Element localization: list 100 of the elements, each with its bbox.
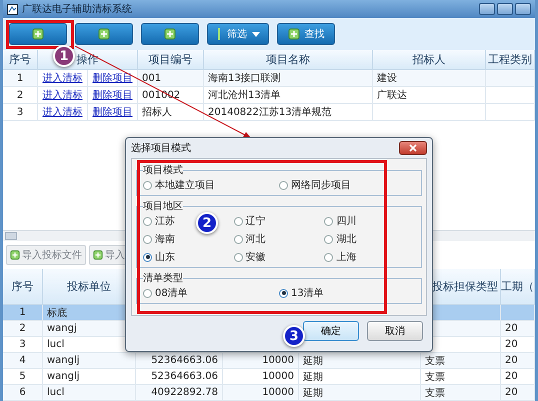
- table-cell: 20: [501, 385, 535, 401]
- caret-icon: [252, 32, 260, 36]
- table-cell: 延期: [299, 369, 421, 385]
- table-cell: 52364663.06: [136, 369, 223, 385]
- table-cell: lucl: [43, 385, 136, 401]
- table-cell: 河北沧州13清单: [204, 87, 373, 104]
- table-cell: 20: [501, 369, 535, 385]
- group-title: 清单类型: [143, 272, 183, 285]
- table-cell: 支票: [421, 369, 501, 385]
- import-button[interactable]: 导入投标文件: [6, 245, 86, 265]
- table-cell: wanglj: [43, 369, 136, 385]
- radio-button[interactable]: [279, 288, 288, 298]
- radio-button[interactable]: [279, 180, 288, 190]
- table-cell: 20: [501, 321, 535, 337]
- radio-button[interactable]: [143, 234, 152, 244]
- column-header: 项目名称: [204, 50, 373, 70]
- table-cell: 4: [3, 353, 43, 369]
- radio-button[interactable]: [324, 252, 334, 262]
- column-header: 招标人: [373, 50, 486, 70]
- radio-option[interactable]: 海南: [143, 232, 175, 246]
- group-title: 项目地区: [143, 200, 183, 213]
- dialog-button[interactable]: 确定: [303, 321, 359, 341]
- radio-button[interactable]: [234, 216, 243, 226]
- table-cell: 10000: [223, 353, 299, 369]
- radio-option[interactable]: 山东: [143, 250, 175, 264]
- radio-option[interactable]: 河北: [234, 232, 266, 246]
- table-cell: 001: [138, 70, 204, 87]
- table-cell: 3: [3, 337, 43, 353]
- close-button[interactable]: [399, 141, 427, 155]
- column-header: 工期（: [501, 269, 535, 305]
- radio-option[interactable]: 08清单: [143, 286, 188, 300]
- table-cell: 延期: [299, 385, 421, 401]
- table-cell: 40922892.78: [136, 385, 223, 401]
- radio-option[interactable]: 辽宁: [234, 214, 266, 228]
- table-cell: 海南13接口联测: [204, 70, 373, 87]
- radio-button[interactable]: [234, 234, 243, 244]
- table-cell: 6: [3, 385, 43, 401]
- radio-button[interactable]: [143, 288, 152, 298]
- toolbar-button[interactable]: 查找: [277, 23, 335, 45]
- toolbar-icon: [32, 28, 44, 40]
- minimize-button[interactable]: [479, 3, 495, 15]
- table-cell: [486, 70, 535, 87]
- radio-option[interactable]: 安徽: [234, 250, 266, 264]
- table-cell: 10000: [223, 385, 299, 401]
- table-cell: 52364663.06: [136, 353, 223, 369]
- radio-button[interactable]: [324, 216, 334, 226]
- scrollbar-thumb[interactable]: [5, 232, 17, 240]
- table-cell: 招标人: [138, 104, 204, 121]
- table-cell: wanglj: [43, 353, 136, 369]
- table-cell: 建设: [373, 70, 486, 87]
- delete-link[interactable]: 删除项目: [92, 105, 132, 119]
- radio-option[interactable]: 江苏: [143, 214, 175, 228]
- table-cell: [501, 305, 535, 321]
- table-cell: 1: [3, 305, 43, 321]
- radio-option[interactable]: 湖北: [324, 232, 356, 246]
- table-cell: 1: [3, 70, 38, 87]
- radio-button[interactable]: [234, 252, 243, 262]
- open-link[interactable]: 进入清标: [42, 105, 82, 119]
- toolbar-icon: [288, 28, 300, 40]
- radio-option[interactable]: 13清单: [279, 286, 324, 300]
- radio-button[interactable]: [143, 216, 152, 226]
- table-cell: [486, 104, 535, 121]
- delete-link[interactable]: 删除项目: [92, 71, 132, 85]
- table-cell: 延期: [299, 353, 421, 369]
- group-title: 项目模式: [143, 164, 183, 177]
- table-cell: [486, 87, 535, 104]
- radio-option[interactable]: 网络同步项目: [279, 178, 351, 192]
- table-cell: 10000: [223, 369, 299, 385]
- column-header: 项目编号: [138, 50, 204, 70]
- window-title: 广联达电子辅助清标系统: [22, 2, 132, 16]
- open-link[interactable]: 进入清标: [42, 88, 82, 102]
- delete-link[interactable]: 删除项目: [92, 88, 132, 102]
- radio-option[interactable]: 四川: [324, 214, 356, 228]
- table-cell: 5: [3, 369, 43, 385]
- radio-option[interactable]: 本地建立项目: [143, 178, 215, 192]
- dialog-button[interactable]: 取消: [367, 321, 423, 341]
- close-button[interactable]: [515, 3, 531, 15]
- toolbar-icon: [164, 28, 176, 40]
- import-icon: [10, 250, 20, 260]
- column-header: 工程类别: [486, 50, 535, 70]
- radio-button[interactable]: [324, 234, 334, 244]
- close-icon: [409, 144, 417, 152]
- table-cell: 支票: [421, 353, 501, 369]
- radio-button[interactable]: [143, 180, 152, 190]
- table-cell: 2: [3, 321, 43, 337]
- toolbar-button[interactable]: [75, 23, 133, 45]
- toolbar-button[interactable]: [141, 23, 199, 45]
- open-link[interactable]: 进入清标: [42, 71, 82, 85]
- toolbar-button[interactable]: [9, 23, 67, 45]
- radio-button[interactable]: [143, 252, 152, 262]
- maximize-button[interactable]: [497, 3, 513, 15]
- column-header: 序号: [3, 50, 38, 70]
- table-cell: 2: [3, 87, 38, 104]
- dialog-title: 选择项目模式: [131, 142, 191, 155]
- radio-option[interactable]: 上海: [324, 250, 356, 264]
- column-header: 序号: [3, 269, 43, 305]
- table-cell: 支票: [421, 385, 501, 401]
- toolbar-icon: [98, 28, 110, 40]
- toolbar-button[interactable]: 筛选: [207, 23, 269, 45]
- table-cell: 20: [501, 353, 535, 369]
